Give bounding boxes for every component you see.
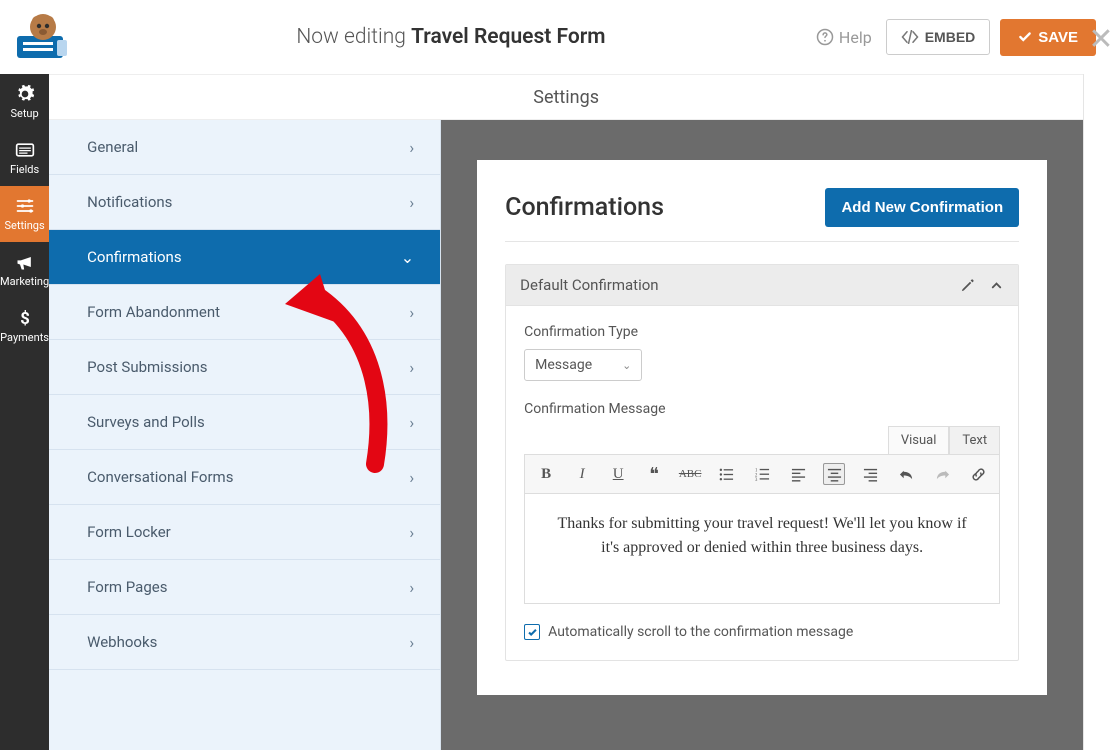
svg-text:$: $ (20, 310, 30, 328)
sliders-icon (14, 196, 36, 216)
nav-webhooks[interactable]: Webhooks› (49, 615, 440, 670)
check-icon (1018, 30, 1032, 44)
message-editor[interactable]: Thanks for submitting your travel reques… (524, 494, 1000, 604)
align-right-button[interactable] (859, 463, 881, 485)
gear-icon (14, 84, 36, 104)
message-label: Confirmation Message (524, 401, 1000, 417)
chevron-down-icon: ⌄ (622, 359, 631, 372)
link-button[interactable] (967, 463, 989, 485)
type-label: Confirmation Type (524, 324, 1000, 340)
tab-visual[interactable]: Visual (888, 426, 950, 454)
dollar-icon: $ (14, 308, 36, 328)
sidebar-item-setup[interactable]: Setup (0, 74, 49, 130)
embed-button[interactable]: EMBED (886, 19, 991, 55)
editing-label: Now editing Travel Request Form (86, 25, 816, 49)
bold-button[interactable]: B (535, 463, 557, 485)
chevron-up-icon[interactable] (989, 278, 1004, 293)
align-center-button[interactable] (823, 463, 845, 485)
nav-general[interactable]: General› (49, 120, 440, 175)
nav-surveys-polls[interactable]: Surveys and Polls› (49, 395, 440, 450)
nav-notifications[interactable]: Notifications› (49, 175, 440, 230)
chevron-right-icon: › (409, 303, 414, 322)
chevron-right-icon: › (409, 358, 414, 377)
nav-form-locker[interactable]: Form Locker› (49, 505, 440, 560)
megaphone-icon (14, 252, 36, 272)
chevron-right-icon: › (409, 138, 414, 157)
strikethrough-button[interactable]: ABC (679, 463, 701, 485)
check-icon (527, 627, 538, 638)
chevron-right-icon: › (409, 523, 414, 542)
sidebar-item-settings[interactable]: Settings (0, 186, 49, 242)
sidebar-item-marketing[interactable]: Marketing (0, 242, 49, 298)
nav-form-pages[interactable]: Form Pages› (49, 560, 440, 615)
nav-post-submissions[interactable]: Post Submissions› (49, 340, 440, 395)
bullet-list-button[interactable] (715, 463, 737, 485)
divider (505, 241, 1019, 242)
chevron-right-icon: › (409, 633, 414, 652)
autoscroll-label: Automatically scroll to the confirmation… (548, 624, 853, 640)
save-button[interactable]: SAVE (1000, 19, 1096, 56)
underline-button[interactable]: U (607, 463, 629, 485)
sidebar-item-payments[interactable]: $ Payments (0, 298, 49, 354)
nav-conversational-forms[interactable]: Conversational Forms› (49, 450, 440, 505)
code-icon (901, 30, 919, 44)
align-left-button[interactable] (787, 463, 809, 485)
chevron-right-icon: › (409, 468, 414, 487)
help-link[interactable]: Help (816, 28, 872, 47)
nav-confirmations[interactable]: Confirmations⌄ (49, 230, 440, 285)
tab-text[interactable]: Text (949, 426, 1000, 454)
numbered-list-button[interactable]: 123 (751, 463, 773, 485)
confirmations-panel: Confirmations Add New Confirmation Defau… (477, 160, 1047, 695)
close-icon[interactable]: ✕ (1084, 22, 1116, 57)
settings-nav: General› Notifications› Confirmations⌄ F… (49, 120, 441, 750)
confirmation-type-select[interactable]: Message ⌄ (524, 349, 642, 381)
undo-button[interactable] (895, 463, 917, 485)
autoscroll-checkbox[interactable] (524, 624, 540, 640)
app-logo (0, 0, 86, 74)
italic-button[interactable]: I (571, 463, 593, 485)
quote-button[interactable]: ❝ (643, 463, 665, 485)
editor-toolbar: B I U ❝ ABC 123 (524, 454, 1000, 494)
page-title: Settings (49, 74, 1083, 120)
list-icon (14, 140, 36, 160)
card-title: Default Confirmation (520, 276, 658, 294)
pencil-icon[interactable] (960, 278, 975, 293)
panel-heading: Confirmations (505, 193, 664, 222)
redo-button[interactable] (931, 463, 953, 485)
nav-form-abandonment[interactable]: Form Abandonment› (49, 285, 440, 340)
help-icon (816, 28, 834, 46)
chevron-down-icon: ⌄ (401, 248, 414, 267)
chevron-right-icon: › (409, 193, 414, 212)
svg-text:3: 3 (755, 478, 758, 482)
chevron-right-icon: › (409, 578, 414, 597)
add-confirmation-button[interactable]: Add New Confirmation (825, 188, 1019, 227)
main-sidebar: Setup Fields Settings Marketing $ Paymen… (0, 74, 49, 750)
chevron-right-icon: › (409, 413, 414, 432)
confirmation-card: Default Confirmation Confirmation Type M… (505, 264, 1019, 661)
sidebar-item-fields[interactable]: Fields (0, 130, 49, 186)
